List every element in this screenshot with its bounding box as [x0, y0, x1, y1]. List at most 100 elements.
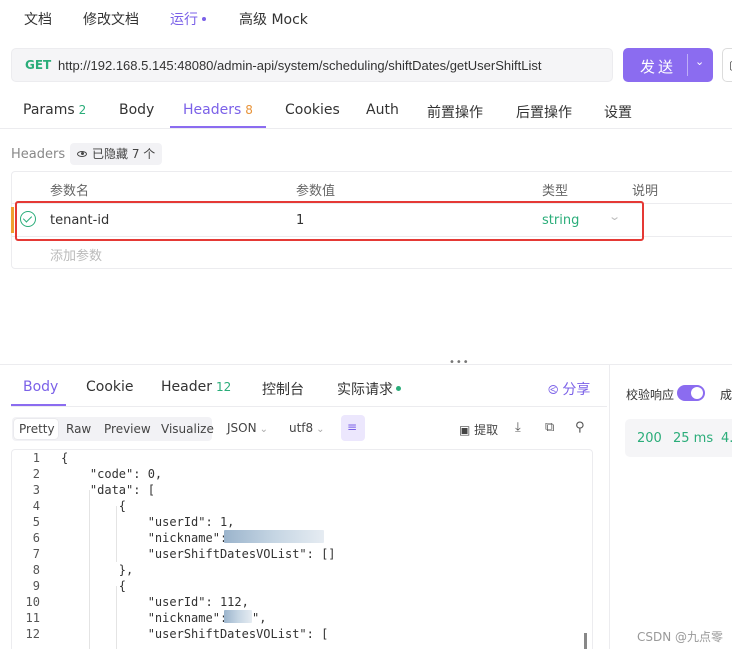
- column-header-type: 类型: [542, 184, 569, 199]
- scrollbar-thumb[interactable]: [584, 633, 587, 649]
- copy-icon[interactable]: ⧉: [545, 420, 554, 435]
- unsaved-dot: [202, 16, 206, 21]
- wrap-icon: ≡: [347, 420, 358, 434]
- line-number: 10: [25, 595, 40, 609]
- line-number: 12: [25, 627, 40, 641]
- highlight-annotation-box: [15, 201, 644, 241]
- eye-icon: [77, 150, 87, 157]
- extract-button[interactable]: ▣ 提取: [459, 421, 498, 438]
- drag-handle-icon[interactable]: •••: [449, 357, 470, 368]
- code-line: {: [61, 499, 127, 513]
- chevron-down-icon[interactable]: ⌄: [695, 55, 704, 68]
- verify-response-toggle[interactable]: [677, 385, 705, 401]
- line-number: 6: [32, 531, 40, 545]
- url-bar[interactable]: GET http://192.168.5.145:48080/admin-api…: [11, 48, 613, 82]
- row-changed-marker: [11, 207, 14, 233]
- line-number: 7: [32, 547, 40, 561]
- code-line: "userShiftDatesVOList": [: [61, 627, 329, 641]
- column-header-name: 参数名: [50, 184, 90, 199]
- code-line: },: [61, 563, 134, 577]
- view-mode-pretty[interactable]: Pretty: [19, 422, 55, 436]
- chevron-down-icon: ⌄: [316, 424, 325, 435]
- tab-params[interactable]: Params 2: [23, 102, 86, 118]
- tab-post-actions[interactable]: 后置操作: [516, 102, 572, 122]
- tab-run-label: 运行: [170, 12, 198, 28]
- search-icon[interactable]: ⚲: [575, 420, 585, 435]
- tab-run[interactable]: 运行: [170, 9, 206, 29]
- send-button-label: 发送: [640, 58, 677, 76]
- code-line: "userShiftDatesVOList": []: [61, 547, 336, 561]
- line-number: 3: [32, 483, 40, 497]
- tabs-divider: [11, 406, 607, 407]
- tab-params-count: 2: [78, 103, 87, 117]
- http-method[interactable]: GET: [25, 58, 51, 72]
- response-time: 25 ms: [673, 431, 714, 446]
- response-tab-cookie[interactable]: Cookie: [86, 379, 134, 395]
- tab-pre-actions[interactable]: 前置操作: [427, 102, 483, 122]
- code-line: {: [61, 451, 69, 465]
- word-wrap-button[interactable]: ≡: [341, 415, 365, 441]
- headers-section-title: Headers: [11, 147, 66, 162]
- extract-icon: ▣: [459, 423, 475, 437]
- response-tab-header-label: Header: [161, 379, 212, 395]
- tabs-divider: [0, 128, 732, 129]
- send-divider: [687, 54, 688, 76]
- tab-cookies[interactable]: Cookies: [285, 102, 340, 118]
- view-mode-preview[interactable]: Preview: [104, 422, 151, 436]
- response-tab-actual-request[interactable]: 实际请求: [337, 379, 401, 399]
- response-tab-console[interactable]: 控制台: [262, 379, 304, 399]
- code-line: {: [61, 579, 127, 593]
- tab-edit-doc[interactable]: 修改文档: [83, 9, 139, 29]
- line-number: 9: [32, 579, 40, 593]
- watermark: CSDN @九点零: [637, 630, 724, 644]
- view-mode-visualize[interactable]: Visualize: [161, 422, 214, 436]
- response-tab-header[interactable]: Header 12: [161, 379, 231, 395]
- line-number: 2: [32, 467, 40, 481]
- code-line: "data": [: [61, 483, 155, 497]
- code-line: "nickname": ": [61, 611, 242, 625]
- add-param-input[interactable]: 添加参数: [50, 245, 102, 264]
- line-number: 11: [25, 611, 40, 625]
- response-tab-actual-request-label: 实际请求: [337, 382, 393, 398]
- verify-response-label: 校验响应: [626, 388, 675, 402]
- column-header-value: 参数值: [296, 184, 336, 199]
- encoding-select[interactable]: utf8 ⌄: [289, 421, 325, 435]
- tab-body[interactable]: Body: [119, 102, 154, 118]
- line-number: 8: [32, 563, 40, 577]
- response-size: 4.: [721, 431, 732, 446]
- tab-params-label: Params: [23, 102, 75, 118]
- share-button[interactable]: ⧀ 分享: [548, 379, 590, 399]
- save-button[interactable]: ▢: [722, 48, 732, 82]
- tab-headers-count: 8: [245, 103, 253, 117]
- chevron-down-icon: ⌄: [259, 424, 268, 435]
- hidden-headers-label: 已隐藏 7 个: [92, 147, 156, 161]
- view-mode-raw[interactable]: Raw: [66, 422, 91, 436]
- line-number: 5: [32, 515, 40, 529]
- share-icon: ⧀: [548, 383, 559, 398]
- response-stats-card: 200 25 ms 4.: [625, 419, 732, 457]
- hidden-headers-toggle[interactable]: 已隐藏 7 个: [70, 143, 163, 165]
- response-tab-header-count: 12: [215, 380, 232, 394]
- code-line: "userId": 1,: [61, 515, 235, 529]
- tab-headers-label: Headers: [183, 102, 242, 118]
- send-button[interactable]: 发送 ⌄: [623, 48, 713, 82]
- redacted-nickname: [224, 610, 252, 623]
- url-input[interactable]: http://192.168.5.145:48080/admin-api/sys…: [58, 58, 541, 73]
- response-tab-body[interactable]: Body: [23, 379, 58, 395]
- tab-headers[interactable]: Headers 8: [183, 102, 253, 118]
- tab-advanced-mock[interactable]: 高级 Mock: [239, 9, 308, 29]
- view-mode-switch: Pretty Raw Preview Visualize: [12, 417, 214, 441]
- download-icon[interactable]: ⤓: [515, 420, 521, 435]
- code-line: "userId": 112,: [61, 595, 249, 609]
- code-line-tail: ",: [252, 611, 267, 625]
- extract-label: 提取: [474, 423, 499, 437]
- format-select[interactable]: JSON ⌄: [227, 421, 268, 435]
- code-line: "code": 0,: [61, 467, 163, 481]
- tab-settings[interactable]: 设置: [604, 102, 632, 122]
- tab-doc[interactable]: 文档: [24, 9, 52, 29]
- response-body-viewer[interactable]: 1 2 3 4 5 6 7 8 9 10 11 12 { "code": 0, …: [11, 449, 593, 649]
- status-code: 200: [637, 431, 662, 446]
- response-summary-panel: [609, 365, 732, 649]
- tab-auth[interactable]: Auth: [366, 102, 399, 118]
- verify-status-text: 成: [720, 388, 732, 402]
